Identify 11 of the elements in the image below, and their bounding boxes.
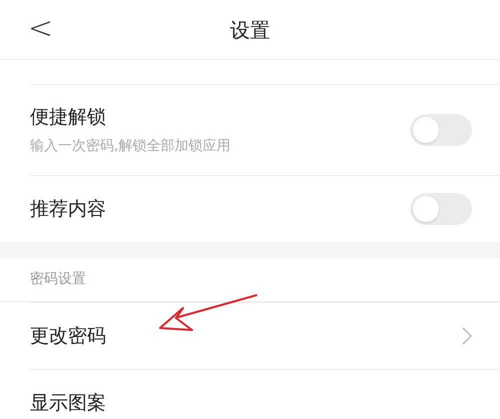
section-header: 密码设置 — [30, 270, 86, 289]
chevron-right-icon — [462, 327, 472, 345]
toggle-switch[interactable] — [410, 114, 472, 146]
back-button[interactable]: < — [28, 6, 54, 51]
setting-title: 显示图案 — [30, 390, 107, 416]
toggle-switch[interactable] — [410, 193, 472, 225]
setting-title: 便捷解锁 — [30, 105, 107, 130]
setting-title: 推荐内容 — [30, 196, 107, 222]
setting-title: 更改密码 — [30, 324, 107, 349]
setting-description: 输入一次密码,解锁全部加锁应用 — [30, 136, 232, 156]
page-title: 设置 — [230, 16, 270, 44]
